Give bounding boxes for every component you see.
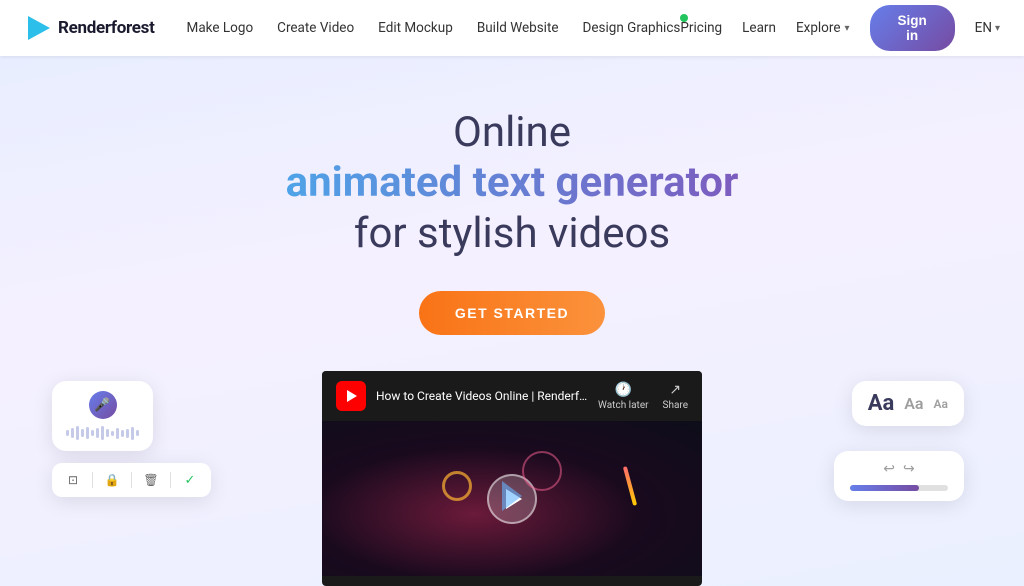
- hero-title-line3: for stylish videos: [286, 209, 739, 259]
- hero-title: Online animated text generator for styli…: [286, 108, 739, 259]
- hero-title-line1: Online: [286, 108, 739, 158]
- font-size-medium[interactable]: Aa: [904, 394, 923, 413]
- brand-name: Renderforest: [58, 18, 155, 38]
- signin-button[interactable]: Sign in: [870, 5, 955, 51]
- decor-circle: [522, 451, 562, 491]
- decor-ring: [442, 471, 472, 501]
- hero-section: Online animated text generator for styli…: [0, 56, 1024, 586]
- play-triangle-icon: [347, 390, 357, 402]
- arrow-right-icon[interactable]: ↪: [903, 461, 915, 477]
- mic-icon: 🎤: [89, 391, 117, 419]
- nav-build-website[interactable]: Build Website: [477, 20, 559, 36]
- decor-triangle: [502, 481, 522, 511]
- navbar: Renderforest Make Logo Create Video Edit…: [0, 0, 1024, 56]
- crop-icon[interactable]: ⊡: [64, 471, 82, 489]
- audio-wave: [66, 425, 139, 441]
- language-selector[interactable]: EN ▾: [975, 20, 1000, 36]
- video-section: 🎤 ⊡ 🔒: [0, 371, 1024, 586]
- nav-edit-mockup[interactable]: Edit Mockup: [378, 20, 453, 36]
- toolbar-divider: [92, 472, 93, 488]
- watch-later-label: Watch later: [598, 400, 648, 411]
- video-actions: 🕐 Watch later ↗ Share: [598, 382, 688, 411]
- share-icon: ↗: [669, 382, 681, 398]
- arrow-left-icon[interactable]: ↩: [883, 461, 895, 477]
- lock-icon[interactable]: 🔒: [103, 471, 121, 489]
- nav-right: Pricing Learn Explore ▾ Sign in EN ▾: [680, 5, 1000, 51]
- slider-track[interactable]: [850, 485, 948, 491]
- toolbar-divider2: [131, 472, 132, 488]
- get-started-button[interactable]: GET STARTED: [419, 291, 605, 335]
- slider-widget: ↩ ↪: [834, 451, 964, 501]
- watch-later-button[interactable]: 🕐 Watch later: [598, 382, 648, 411]
- nav-make-logo[interactable]: Make Logo: [187, 20, 254, 36]
- nav-links: Make Logo Create Video Edit Mockup Build…: [187, 20, 681, 36]
- nav-explore[interactable]: Explore ▾: [796, 20, 850, 36]
- lang-chevron-icon: ▾: [995, 23, 1000, 34]
- font-size-small[interactable]: Aa: [934, 397, 948, 411]
- nav-learn[interactable]: Learn: [742, 20, 776, 36]
- youtube-icon: [336, 381, 366, 411]
- video-thumbnail[interactable]: [322, 421, 702, 576]
- delete-icon[interactable]: 🗑: [142, 471, 160, 489]
- share-label: Share: [663, 400, 688, 411]
- video-player[interactable]: How to Create Videos Online | Renderfore…: [322, 371, 702, 586]
- font-size-large[interactable]: Aa: [868, 391, 895, 416]
- chevron-down-icon: ▾: [845, 23, 850, 34]
- toolbar-widget: ⊡ 🔒 🗑 ✓: [52, 463, 211, 497]
- toolbar-divider3: [170, 472, 171, 488]
- slider-arrows: ↩ ↪: [850, 461, 948, 477]
- audio-widget: 🎤: [52, 381, 153, 451]
- video-topbar: How to Create Videos Online | Renderfore…: [322, 371, 702, 421]
- hero-title-line2: animated text generator: [286, 158, 739, 208]
- share-button[interactable]: ↗ Share: [663, 382, 688, 411]
- nav-create-video[interactable]: Create Video: [277, 20, 354, 36]
- font-widget: Aa Aa Aa: [852, 381, 964, 426]
- clock-icon: 🕐: [615, 382, 632, 398]
- decor-pencil: [623, 466, 637, 506]
- video-title: How to Create Videos Online | Renderfore…: [376, 389, 588, 403]
- brand-logo[interactable]: Renderforest: [24, 14, 155, 42]
- nav-pricing[interactable]: Pricing: [680, 20, 722, 36]
- check-icon[interactable]: ✓: [181, 471, 199, 489]
- nav-design-graphics[interactable]: Design Graphics: [583, 20, 681, 36]
- slider-fill: [850, 485, 919, 491]
